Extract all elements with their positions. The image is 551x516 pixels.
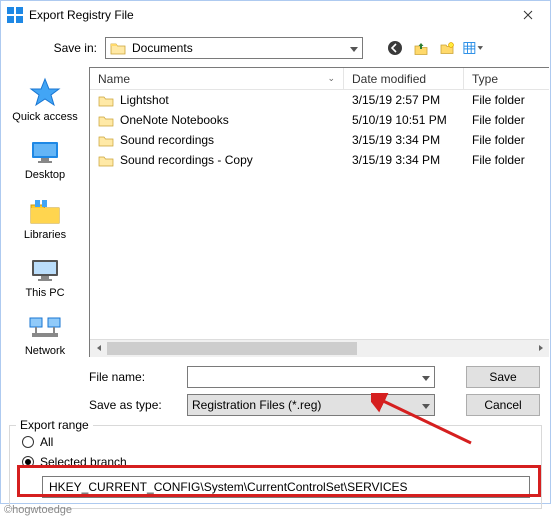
saveastype-dropdown[interactable]: Registration Files (*.reg) bbox=[187, 394, 435, 416]
scroll-track[interactable] bbox=[107, 340, 532, 357]
window-title: Export Registry File bbox=[29, 8, 134, 22]
quick-access-icon bbox=[28, 77, 62, 107]
new-folder-button[interactable] bbox=[437, 38, 457, 58]
savein-label: Save in bbox=[47, 41, 97, 55]
folder-icon bbox=[110, 41, 126, 55]
scroll-left-button[interactable] bbox=[90, 340, 107, 357]
save-button[interactable]: Save bbox=[466, 366, 540, 388]
file-row[interactable]: Sound recordings - Copy 3/15/19 3:34 PM … bbox=[90, 150, 549, 170]
column-header-date[interactable]: Date modified bbox=[344, 68, 464, 89]
folder-icon bbox=[98, 154, 114, 167]
network-icon bbox=[28, 315, 62, 341]
desktop-icon bbox=[28, 139, 62, 165]
file-list: Name ⌄ Date modified Type Lightshot 3/15… bbox=[89, 67, 549, 357]
radio-all[interactable]: All bbox=[22, 432, 533, 452]
saveastype-label: Save as type bbox=[89, 398, 179, 412]
radio-icon bbox=[22, 456, 34, 468]
export-range-group: Export range All Selected branch HKEY_CU… bbox=[9, 425, 542, 509]
filename-label: File name bbox=[89, 370, 179, 384]
app-icon bbox=[7, 7, 23, 23]
titlebar: Export Registry File bbox=[1, 1, 550, 29]
sidebar-item-this-pc[interactable]: This PC bbox=[5, 251, 85, 309]
sidebar-item-libraries[interactable]: Libraries bbox=[5, 191, 85, 251]
sort-arrow-icon: ⌄ bbox=[327, 73, 335, 84]
branch-path-input[interactable]: HKEY_CURRENT_CONFIG\System\CurrentContro… bbox=[42, 476, 530, 498]
sidebar-item-quick-access[interactable]: Quick access bbox=[5, 71, 85, 133]
sidebar-item-desktop[interactable]: Desktop bbox=[5, 133, 85, 191]
horizontal-scrollbar[interactable] bbox=[90, 339, 549, 356]
up-one-level-button[interactable] bbox=[411, 38, 431, 58]
places-sidebar: Quick access Desktop Libraries This PC N… bbox=[1, 67, 89, 357]
column-header-name[interactable]: Name ⌄ bbox=[90, 68, 344, 89]
file-row[interactable]: OneNote Notebooks 5/10/19 10:51 PM File … bbox=[90, 110, 549, 130]
savein-value: Documents bbox=[132, 41, 193, 55]
export-range-label: Export range bbox=[16, 418, 93, 432]
column-header-type[interactable]: Type bbox=[464, 68, 549, 89]
back-button[interactable] bbox=[385, 38, 405, 58]
this-pc-icon bbox=[28, 257, 62, 283]
filename-input[interactable] bbox=[187, 366, 435, 388]
savein-dropdown[interactable]: Documents bbox=[105, 37, 363, 59]
close-button[interactable] bbox=[506, 1, 550, 29]
folder-icon bbox=[98, 114, 114, 127]
view-menu-button[interactable] bbox=[463, 38, 483, 58]
file-list-body[interactable]: Lightshot 3/15/19 2:57 PM File folder On… bbox=[90, 90, 549, 339]
radio-icon bbox=[22, 436, 34, 448]
chevron-down-icon bbox=[422, 370, 430, 384]
radio-selected-branch[interactable]: Selected branch bbox=[22, 452, 533, 472]
file-row[interactable]: Lightshot 3/15/19 2:57 PM File folder bbox=[90, 90, 549, 110]
folder-icon bbox=[98, 134, 114, 147]
cancel-button[interactable]: Cancel bbox=[466, 394, 540, 416]
chevron-down-icon bbox=[350, 41, 358, 55]
file-row[interactable]: Sound recordings 3/15/19 3:34 PM File fo… bbox=[90, 130, 549, 150]
scroll-right-button[interactable] bbox=[532, 340, 549, 357]
watermark: ©hogwtoedge bbox=[4, 504, 72, 516]
scroll-thumb[interactable] bbox=[107, 342, 357, 355]
folder-icon bbox=[98, 94, 114, 107]
libraries-icon bbox=[28, 197, 62, 225]
sidebar-item-network[interactable]: Network bbox=[5, 309, 85, 367]
chevron-down-icon bbox=[422, 398, 430, 412]
